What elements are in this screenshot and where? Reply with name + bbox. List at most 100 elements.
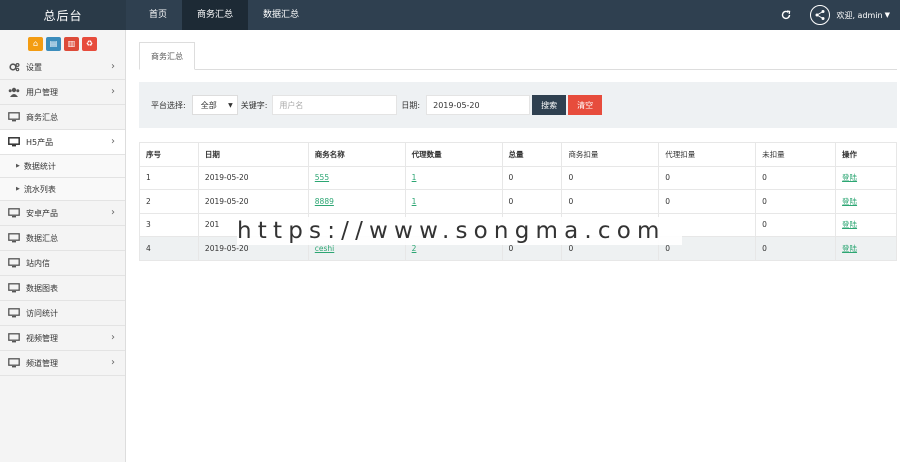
cell-undeducted: 0 [755, 189, 837, 214]
chevron-right-icon: › [111, 332, 115, 343]
chevron-right-icon: › [111, 136, 115, 147]
sidebar-item-users[interactable]: 用户管理 › [0, 80, 125, 105]
cell-total: 0 [501, 165, 563, 190]
sidebar-item-label: 频道管理 [26, 358, 58, 368]
sidebar-item-label: H5产品 [26, 137, 54, 147]
date-input[interactable]: 2019-05-20 [426, 95, 531, 115]
sidebar-item-messages[interactable]: 站内信 [0, 251, 125, 276]
sidebar-item-android[interactable]: 安卓产品 › [0, 201, 125, 226]
chevron-right-icon: › [111, 86, 115, 97]
sidebar-item-label: 站内信 [26, 258, 50, 268]
monitor-icon [8, 233, 20, 243]
sidebar-item-visit-stats[interactable]: 访问统计 [0, 301, 125, 326]
business-name-link[interactable]: 8889 [315, 197, 334, 206]
cell-business-deduct: 0 [561, 189, 660, 214]
nav-business-summary[interactable]: 商务汇总 [182, 0, 249, 30]
search-button[interactable]: 搜索 [532, 95, 567, 115]
sidebar-subitem-data-stats[interactable]: ▶ 数据统计 [0, 155, 125, 178]
top-bar: 总后台 首页 商务汇总 数据汇总 欢迎, admin ▼ [0, 0, 900, 30]
col-header-index: 序号 [139, 142, 199, 167]
cell-total: 0 [501, 189, 563, 214]
business-name-link[interactable]: 555 [315, 173, 329, 182]
search-bar: 平台选择: 全部 ▼ 关键字: 用户名 日期: 2019-05-20 搜索 清空 [139, 82, 897, 128]
monitor-icon [8, 137, 20, 147]
login-link[interactable]: 登陆 [842, 220, 857, 229]
col-header-total: 总量 [501, 142, 563, 167]
cell-business-deduct: 0 [561, 165, 660, 190]
monitor-icon [8, 258, 20, 268]
monitor-icon [8, 208, 20, 218]
monitor-icon [8, 308, 20, 318]
monitor-icon [8, 112, 20, 122]
nav-home[interactable]: 首页 [134, 0, 182, 30]
table-row: 1 2019-05-20 555 1 0 0 0 0 登陆 [139, 165, 897, 190]
cell-undeducted: 0 [755, 165, 837, 190]
user-menu[interactable]: 欢迎, admin [836, 10, 882, 21]
clear-button[interactable]: 清空 [568, 95, 603, 115]
table-row: 2 2019-05-20 8889 1 0 0 0 0 登陆 [139, 189, 897, 214]
cell-date: 2019-05-20 [197, 165, 309, 190]
sidebar-item-data-summary[interactable]: 数据汇总 [0, 226, 125, 251]
sidebar-item-video[interactable]: 视频管理 › [0, 326, 125, 351]
gear-icon [8, 62, 20, 72]
col-header-agent-deduct: 代理扣量 [658, 142, 757, 167]
cell-index: 4 [139, 236, 199, 261]
agent-count-link[interactable]: 2 [412, 244, 417, 253]
col-header-business-name: 商务名称 [307, 142, 406, 167]
cell-index: 1 [139, 165, 199, 190]
sidebar-item-label: 设置 [26, 62, 42, 72]
cell-index: 2 [139, 189, 199, 214]
col-header-business-deduct: 商务扣量 [561, 142, 660, 167]
sidebar: ⌂ ▤ ▥ ♻ 设置 › 用户管理 › 商务汇总 H5产品 › ▶ 数据统计 ▶… [0, 30, 126, 462]
sidebar-item-channels[interactable]: 频道管理 › [0, 351, 125, 376]
keyword-input[interactable]: 用户名 [272, 95, 398, 115]
refresh-icon[interactable] [780, 9, 792, 21]
col-header-agent-count: 代理数量 [404, 142, 503, 167]
chevron-right-icon: › [111, 61, 115, 72]
nav-data-summary[interactable]: 数据汇总 [248, 0, 314, 30]
sidebar-item-label: 数据汇总 [26, 233, 58, 243]
recycle-icon[interactable]: ♻ [82, 36, 97, 51]
sidebar-subitem-flow-list[interactable]: ▶ 流水列表 [0, 178, 125, 201]
file-icon[interactable]: ▤ [46, 36, 61, 51]
cell-business-name: 8889 [307, 189, 406, 214]
monitor-icon [8, 283, 20, 293]
cell-index: 3 [139, 212, 199, 237]
brand-title: 总后台 [0, 0, 126, 30]
login-link[interactable]: 登陆 [842, 197, 857, 206]
cell-agent-deduct: 0 [658, 189, 757, 214]
login-link[interactable]: 登陆 [842, 173, 857, 182]
sidebar-item-h5[interactable]: H5产品 › [0, 130, 125, 155]
monitor-icon [8, 358, 20, 368]
trash-icon[interactable]: ▥ [64, 36, 79, 51]
table-header-row: 序号 日期 商务名称 代理数量 总量 商务扣量 代理扣量 未扣量 操作 [139, 142, 897, 167]
col-header-action: 操作 [835, 142, 897, 167]
share-icon[interactable] [810, 5, 831, 25]
watermark-text: https://www.songma.com [237, 217, 682, 245]
keyword-label: 关键字: [240, 100, 268, 110]
cell-action: 登陆 [835, 212, 897, 237]
sidebar-subitem-label: 数据统计 [23, 161, 56, 171]
cell-agent-count: 1 [404, 189, 503, 214]
cell-undeducted: 0 [755, 236, 837, 261]
sidebar-item-label: 数据图表 [26, 283, 58, 293]
cell-action: 登陆 [835, 189, 897, 214]
sidebar-item-settings[interactable]: 设置 › [0, 55, 125, 80]
platform-select-value: 全部 [200, 100, 217, 110]
sidebar-item-label: 安卓产品 [26, 208, 58, 218]
top-right: 欢迎, admin ▼ [780, 0, 890, 30]
agent-count-link[interactable]: 1 [412, 197, 417, 206]
tab-business-summary[interactable]: 商务汇总 [139, 42, 195, 70]
caret-down-icon[interactable]: ▼ [885, 11, 890, 19]
quick-buttons: ⌂ ▤ ▥ ♻ [0, 30, 125, 55]
sidebar-item-business-summary[interactable]: 商务汇总 [0, 105, 125, 130]
agent-count-link[interactable]: 1 [412, 173, 417, 182]
platform-select[interactable]: 全部 ▼ [191, 95, 238, 115]
sidebar-item-charts[interactable]: 数据图表 [0, 276, 125, 301]
home-icon[interactable]: ⌂ [28, 36, 43, 51]
triangle-right-icon: ▶ [16, 163, 20, 169]
business-name-link[interactable]: ceshi [315, 244, 334, 253]
login-link[interactable]: 登陆 [842, 244, 857, 253]
top-nav: 首页 商务汇总 数据汇总 [126, 0, 314, 30]
cell-action: 登陆 [835, 165, 897, 190]
